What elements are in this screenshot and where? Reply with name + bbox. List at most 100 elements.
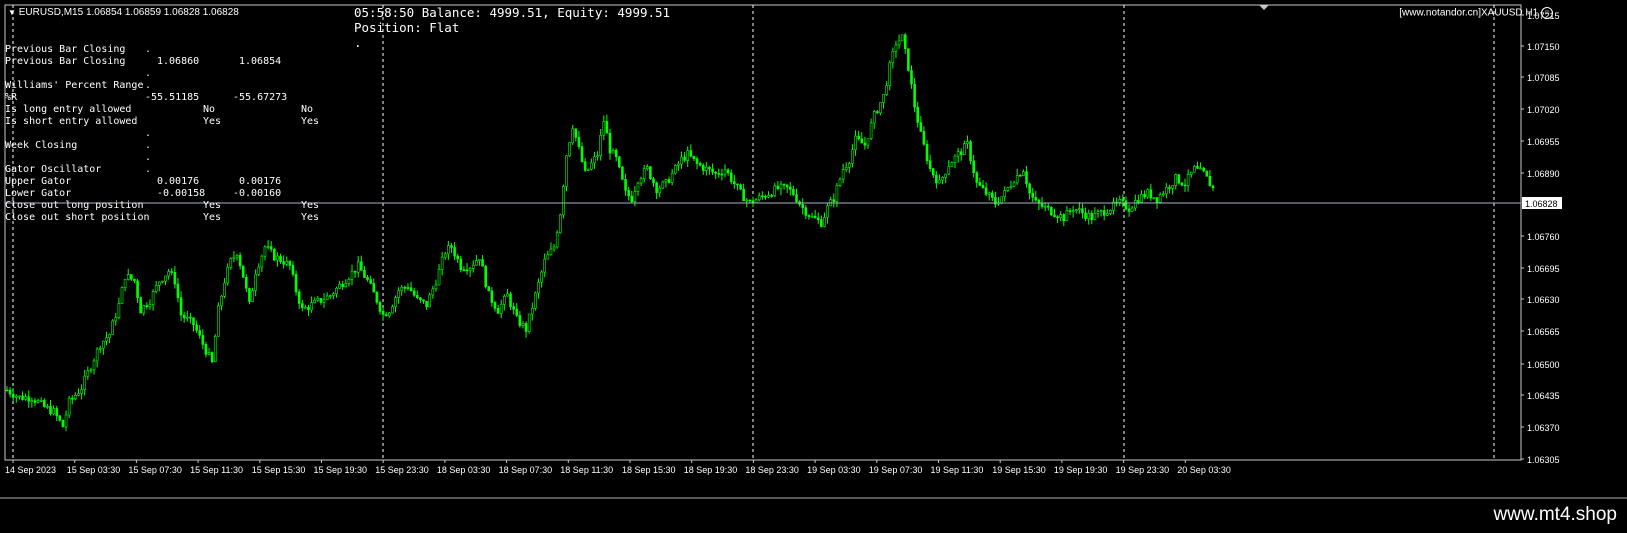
candle <box>549 242 553 256</box>
candle-body <box>260 255 264 268</box>
candle <box>810 212 814 218</box>
candle <box>959 148 963 161</box>
candle-body <box>546 254 550 260</box>
candle <box>223 278 226 299</box>
candle-body <box>963 143 966 155</box>
candle <box>369 275 372 285</box>
x-tick-label: 18 Sep 03:30 <box>437 465 491 475</box>
candle-body <box>509 293 512 307</box>
candle <box>297 289 301 310</box>
candle <box>1127 204 1131 217</box>
candle-body <box>5 389 9 392</box>
candle-body <box>1081 208 1084 214</box>
candle-body <box>170 271 174 273</box>
info-value-2: -55.67273 <box>233 92 288 103</box>
candle <box>484 264 487 289</box>
candle <box>313 297 317 304</box>
candle <box>475 254 478 266</box>
candle <box>826 202 829 224</box>
candle-body <box>148 304 152 308</box>
candle-body <box>490 290 494 303</box>
candle-body <box>851 149 854 164</box>
price-chart[interactable]: 1.072151.071501.070851.070201.069551.068… <box>0 0 1627 500</box>
candle <box>698 161 702 167</box>
candle <box>844 162 848 173</box>
candle <box>683 152 686 163</box>
candle <box>708 166 711 175</box>
candle <box>1090 210 1094 225</box>
candle-body <box>804 207 808 216</box>
candle <box>459 255 463 273</box>
candle <box>158 281 161 292</box>
candle <box>415 290 419 300</box>
candle <box>173 266 177 289</box>
candle-body <box>568 142 571 157</box>
candle <box>92 358 96 375</box>
x-tick-label: 18 Sep 07:30 <box>499 465 553 475</box>
candle-body <box>347 279 351 284</box>
candle-body <box>484 265 487 287</box>
candle <box>627 186 630 201</box>
candle <box>422 299 425 304</box>
candle-body <box>332 293 335 296</box>
symbol-label[interactable]: ▼ EURUSD,M15 1.06854 1.06859 1.06828 1.0… <box>8 7 239 18</box>
candle-body <box>123 279 127 288</box>
triangle-down-icon[interactable]: ▼ <box>8 8 16 17</box>
candle <box>820 215 823 228</box>
candle-body <box>639 178 643 184</box>
candle <box>179 291 183 322</box>
candle <box>823 212 826 228</box>
candle-body <box>1015 174 1019 184</box>
candle <box>282 255 285 269</box>
smiley-icon[interactable]: ☺ <box>1541 7 1553 19</box>
candle-body <box>117 303 121 319</box>
candle <box>1009 180 1013 190</box>
candle-body <box>1137 200 1140 203</box>
x-tick-label: 19 Sep 15:30 <box>992 465 1046 475</box>
candle-body <box>391 306 394 314</box>
candle-body <box>1031 192 1035 198</box>
candle <box>493 300 497 312</box>
price-axis[interactable]: 1.072151.071501.070851.070201.069551.068… <box>1521 11 1562 465</box>
candle <box>269 241 273 253</box>
candle <box>742 183 745 202</box>
ea-status: 05:58:50 Balance: 4999.51, Equity: 4999.… <box>354 5 670 50</box>
candle-body <box>182 314 186 319</box>
candle-body <box>959 151 963 155</box>
candle-body <box>220 295 223 307</box>
candle <box>860 132 864 144</box>
candle-body <box>562 186 565 216</box>
candle <box>481 255 484 267</box>
chart-frame <box>4 4 1522 461</box>
candle-body <box>1087 213 1090 219</box>
candle-body <box>248 288 251 302</box>
candle-body <box>226 267 229 284</box>
candle <box>425 300 428 310</box>
candle <box>192 317 195 332</box>
candle <box>300 299 304 312</box>
candle-body <box>761 195 764 198</box>
candle-body <box>42 400 46 407</box>
candle <box>139 296 142 314</box>
candle <box>111 319 114 335</box>
candle <box>350 264 354 286</box>
candle-body <box>1205 170 1209 177</box>
candle <box>509 291 512 311</box>
y-tick-label: 1.06435 <box>1527 391 1560 401</box>
candle <box>726 168 730 176</box>
candle <box>241 265 245 278</box>
candle <box>540 270 543 288</box>
candle-body <box>577 137 581 147</box>
candle <box>189 312 192 324</box>
candle-body <box>605 121 609 134</box>
candle-body <box>543 258 547 273</box>
candle <box>779 180 783 196</box>
candle-body <box>903 34 907 49</box>
candle-body <box>1006 187 1010 191</box>
time-axis[interactable]: 14 Sep 2023 15 Sep 03:30 15 Sep 07:30 15 Se… <box>5 460 1231 475</box>
candle-body <box>757 195 761 201</box>
candle-body <box>978 182 982 186</box>
candle <box>838 177 842 188</box>
candle-body <box>478 259 481 261</box>
candle <box>98 345 102 354</box>
